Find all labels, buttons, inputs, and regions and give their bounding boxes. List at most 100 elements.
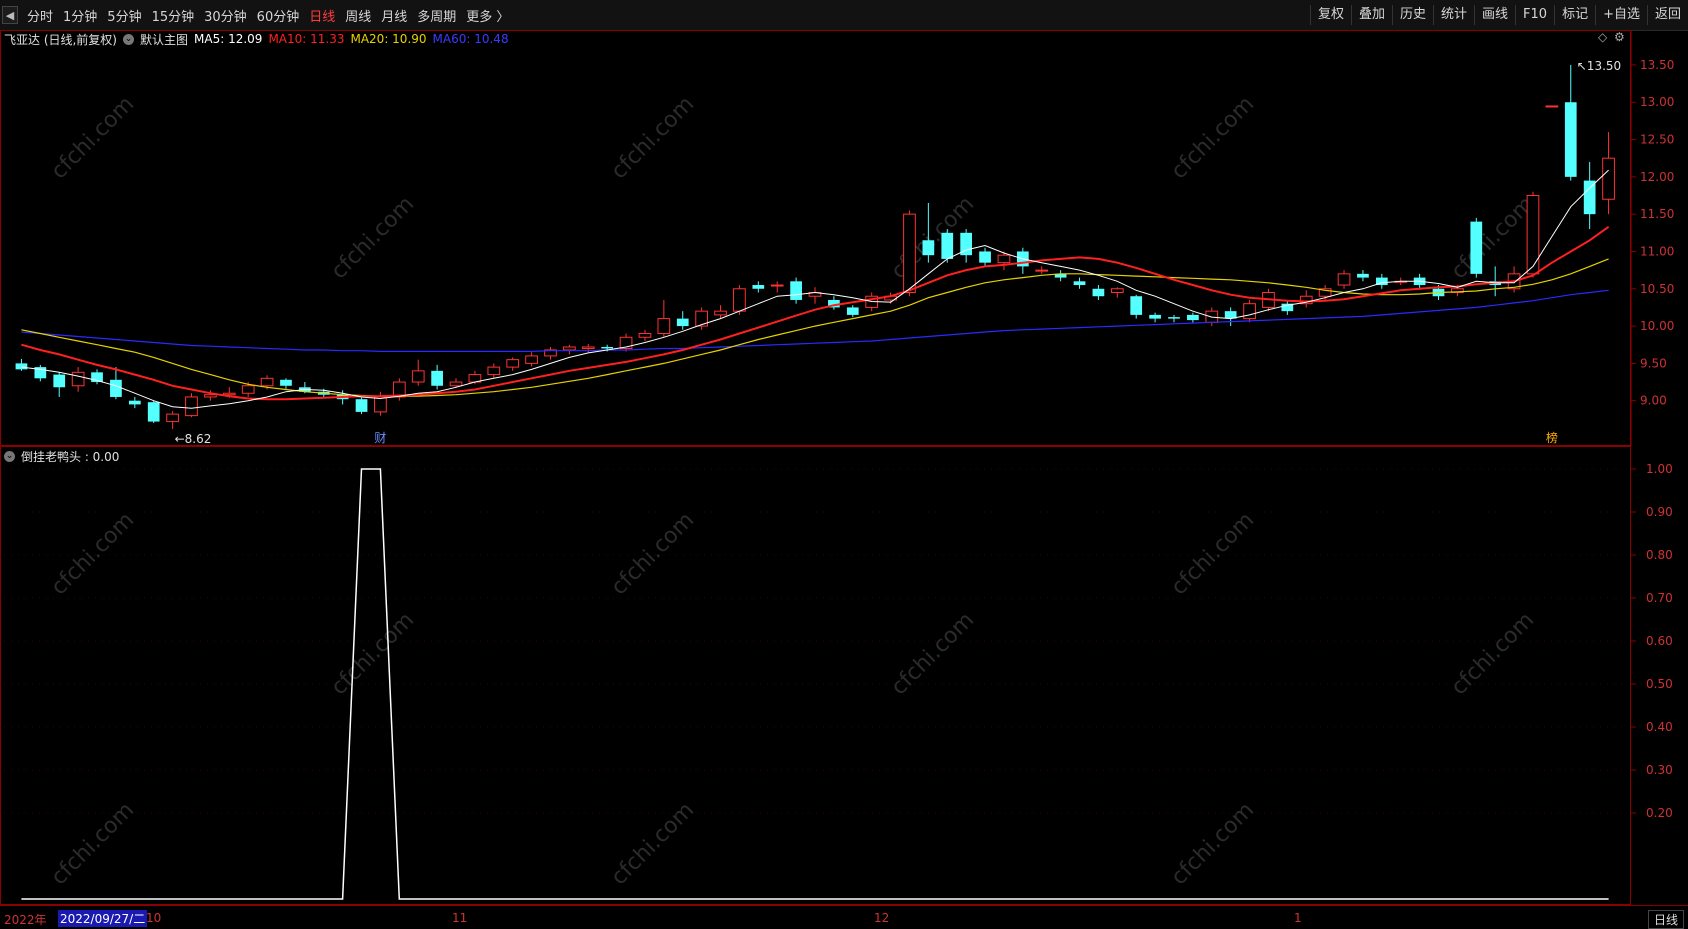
month-label-11: 11 xyxy=(452,911,468,925)
indicator-toggle-icon[interactable]: ⌄ xyxy=(4,450,15,462)
sub-watermark-4: cfchi.com xyxy=(1167,508,1260,601)
month-label-1: 1 xyxy=(1294,911,1302,925)
candle-body-18 xyxy=(355,399,368,412)
candle-body-44 xyxy=(846,307,859,315)
template-name[interactable]: 默认主图 xyxy=(140,31,188,48)
main-axis-label-8: 9.50 xyxy=(1640,356,1667,370)
toolbar-button-6[interactable]: 标记 xyxy=(1554,5,1595,25)
candle-body-3 xyxy=(71,371,85,387)
candle-body-65 xyxy=(1243,303,1256,320)
main-axis-label-5: 11.00 xyxy=(1640,244,1674,258)
candle-body-5 xyxy=(110,379,122,397)
candle-body-2 xyxy=(53,374,66,388)
template-toggle-icon[interactable]: ⌄ xyxy=(123,33,134,45)
period-tab-4[interactable]: 30分钟 xyxy=(199,6,252,25)
candle-body-83 xyxy=(1583,180,1596,215)
sub-axis-label-5: 0.50 xyxy=(1646,677,1673,691)
period-tab-9[interactable]: 多周期 xyxy=(412,6,461,25)
ma5-value: MA5: 12.09 xyxy=(194,32,263,46)
candle-body-80 xyxy=(1526,195,1540,275)
settings-icon[interactable]: ⚙ xyxy=(1614,30,1625,44)
candle-body-62 xyxy=(1187,314,1199,321)
period-tab-1[interactable]: 1分钟 xyxy=(58,6,102,25)
list-marker: 榜 xyxy=(1546,430,1558,445)
indicator-legend: ⌄ 倒挂老鸭头 : 0.00 xyxy=(4,446,119,466)
stock-title: 飞亚达 (日线,前复权) xyxy=(4,32,117,47)
toolbar-button-2[interactable]: 历史 xyxy=(1391,5,1433,25)
period-tab-8[interactable]: 月线 xyxy=(376,6,412,25)
sub-axis-label-6: 0.40 xyxy=(1646,720,1673,734)
indicator-pane: cfchi.com cfchi.com cfchi.com cfchi.com cfch… xyxy=(0,446,1688,905)
candle-body-30 xyxy=(581,346,595,349)
toolbar-button-0[interactable]: 复权 xyxy=(1309,5,1351,25)
period-tag[interactable]: 日线 xyxy=(1647,910,1684,929)
sub-axis-label-8: 0.20 xyxy=(1646,806,1673,820)
candle-body-10 xyxy=(204,394,217,398)
ma10-line xyxy=(21,225,1610,401)
candle-body-40 xyxy=(770,284,784,287)
main-watermark-1: cfchi.com xyxy=(327,192,420,285)
sub-axis-label-0: 1.00 xyxy=(1646,462,1673,476)
toolbar-button-1[interactable]: 叠加 xyxy=(1350,5,1392,25)
diamond-icon[interactable]: ◇ xyxy=(1598,30,1607,44)
toolbar-button-3[interactable]: 统计 xyxy=(1433,5,1474,25)
candle-body-41 xyxy=(790,281,802,300)
period-tab-3[interactable]: 15分钟 xyxy=(147,6,200,25)
candle-body-54 xyxy=(1035,269,1049,272)
main-axis-label-4: 11.50 xyxy=(1640,207,1674,221)
candle-body-36 xyxy=(695,310,708,327)
toolbar-button-8[interactable]: 返回 xyxy=(1646,5,1688,25)
month-label-12: 12 xyxy=(874,911,890,925)
indicator-line xyxy=(21,468,1609,900)
candle-body-35 xyxy=(676,318,689,327)
period-tab-5[interactable]: 60分钟 xyxy=(252,6,305,25)
period-tab-0[interactable]: 分时 xyxy=(22,6,58,25)
sub-axis-label-7: 0.30 xyxy=(1646,763,1673,777)
ma20-value: MA20: 10.90 xyxy=(350,32,427,46)
ma20-line xyxy=(21,258,1609,397)
candle-body-22 xyxy=(431,370,443,386)
period-tab-2[interactable]: 5分钟 xyxy=(102,6,146,25)
toolbar-button-5[interactable]: F10 xyxy=(1515,5,1554,25)
candlestick-chart[interactable]: cfchi.com cfchi.com cfchi.com cfchi.com cfch… xyxy=(0,30,1688,446)
period-tab-7[interactable]: 周线 xyxy=(340,6,376,25)
candle-body-48 xyxy=(922,240,935,256)
candle-body-70 xyxy=(1337,273,1351,286)
candle-body-81 xyxy=(1545,105,1559,108)
candle-body-25 xyxy=(487,366,501,376)
candle-body-7 xyxy=(147,402,160,422)
toolbar-button-7[interactable]: +自选 xyxy=(1595,5,1647,25)
sub-plot-border xyxy=(0,446,1631,905)
candle-body-13 xyxy=(260,377,274,387)
main-watermark-0: cfchi.com xyxy=(47,92,140,185)
main-watermark-4: cfchi.com xyxy=(1167,92,1260,185)
candle-body-29 xyxy=(563,346,576,351)
indicator-chart[interactable]: cfchi.com cfchi.com cfchi.com cfchi.com cfch… xyxy=(0,446,1688,905)
year-label: 2022年 xyxy=(4,913,47,927)
candle-body-26 xyxy=(506,359,520,368)
selected-date: 2022/09/27/二 xyxy=(58,910,148,927)
candle-body-49 xyxy=(941,232,954,259)
indicator-value: 倒挂老鸭头 : 0.00 xyxy=(21,449,120,464)
candle-body-34 xyxy=(657,318,671,335)
sub-axis-label-1: 0.90 xyxy=(1646,505,1673,519)
sub-watermark-3: cfchi.com xyxy=(887,608,980,701)
main-axis-label-6: 10.50 xyxy=(1640,282,1674,296)
period-tabs: 分时 1分钟 5分钟 15分钟 30分钟 60分钟 日线 周线 月线 多周期 更多 〉 xyxy=(22,6,514,25)
period-tab-10[interactable]: 更多 〉 xyxy=(461,6,514,25)
sub-watermark-8: cfchi.com xyxy=(607,798,700,891)
candle-body-14 xyxy=(280,379,292,386)
toolbar-button-4[interactable]: 画线 xyxy=(1474,5,1515,25)
ma10-value: MA10: 11.33 xyxy=(268,32,345,46)
candle-body-51 xyxy=(979,251,991,263)
period-tab-6[interactable]: 日线 xyxy=(304,6,340,25)
candle-body-57 xyxy=(1092,288,1105,297)
candle-body-19 xyxy=(374,396,387,413)
candle-body-52 xyxy=(997,254,1011,264)
toolbar-right-buttons: 复权 叠加 历史 统计 画线 F10 标记 +自选 返回 xyxy=(1309,0,1688,30)
main-legend: 飞亚达 (日线,前复权) ⌄ 默认主图 MA5: 12.09 MA10: 11.… xyxy=(4,28,509,50)
candle-body-23 xyxy=(449,381,463,387)
sub-axis-label-4: 0.60 xyxy=(1646,634,1673,648)
collapse-arrow-icon[interactable]: ◀ xyxy=(2,6,18,24)
sub-watermark-6: cfchi.com xyxy=(47,798,140,891)
